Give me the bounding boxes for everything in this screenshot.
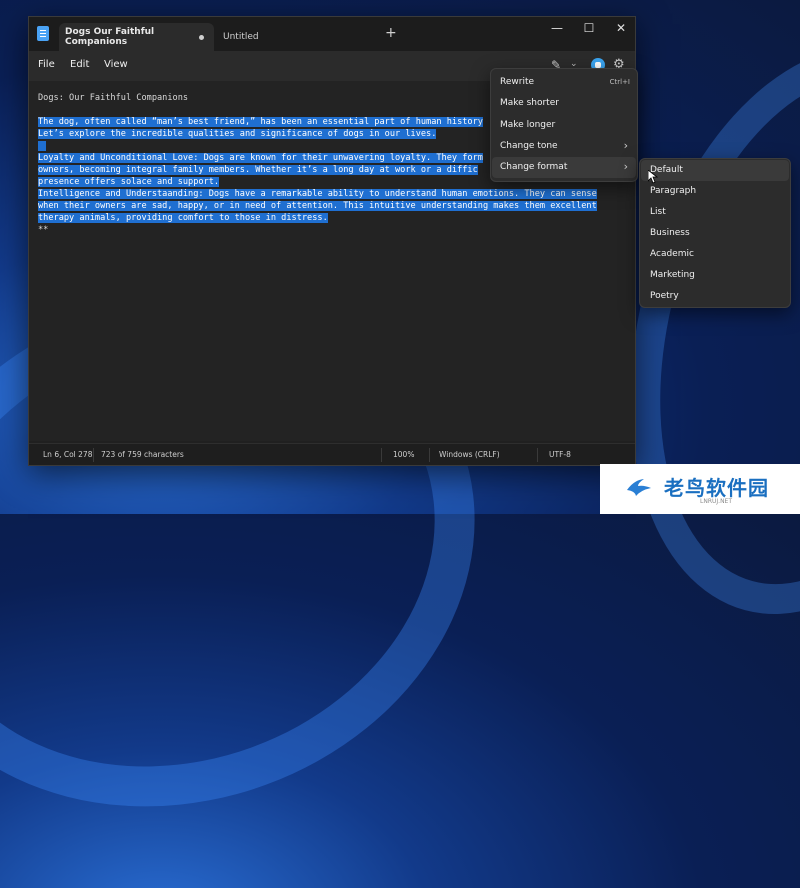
tab-label: Untitled <box>223 32 259 42</box>
format-option-academic[interactable]: Academic <box>641 244 789 265</box>
menu-item-make-shorter[interactable]: Make shorter <box>492 93 636 114</box>
cursor-position: Ln 6, Col 278 <box>43 450 93 459</box>
menu-item-label: Make shorter <box>500 98 559 108</box>
format-option-business[interactable]: Business <box>641 223 789 244</box>
status-divider <box>93 448 94 462</box>
text-line: Loyalty and Unconditional Love: Dogs are… <box>38 153 483 163</box>
line-ending[interactable]: Windows (CRLF) <box>439 450 500 459</box>
format-option-paragraph[interactable]: Paragraph <box>641 181 789 202</box>
chevron-right-icon: › <box>623 160 628 173</box>
tab-dogs[interactable]: Dogs Our Faithful Companions <box>59 23 214 51</box>
minimize-button[interactable]: — <box>547 21 567 35</box>
format-option-marketing[interactable]: Marketing <box>641 265 789 286</box>
text-line: owners, becoming integral family members… <box>38 165 478 175</box>
new-tab-button[interactable]: + <box>385 25 397 41</box>
menu-edit[interactable]: Edit <box>70 59 89 70</box>
status-divider <box>381 448 382 462</box>
close-button[interactable]: ✕ <box>611 21 631 35</box>
menu-item-label: Marketing <box>650 270 695 280</box>
tab-untitled[interactable]: Untitled <box>219 23 369 51</box>
menu-item-label: Paragraph <box>650 186 697 196</box>
tab-label: Dogs Our Faithful Companions <box>65 27 155 47</box>
shortcut-label: Ctrl+I <box>609 78 630 86</box>
status-divider <box>429 448 430 462</box>
menu-view[interactable]: View <box>104 59 128 70</box>
menu-item-change-tone[interactable]: Change tone › <box>492 136 636 157</box>
text-line: ** <box>38 225 49 235</box>
menu-item-label: Business <box>650 228 690 238</box>
watermark-text: 老鸟软件园 <box>664 476 769 500</box>
text-line: The dog, often called “man’s best friend… <box>38 117 483 127</box>
notepad-app-icon <box>37 26 49 41</box>
menu-item-rewrite[interactable]: Rewrite Ctrl+I <box>492 72 636 93</box>
zoom-level[interactable]: 100% <box>393 450 414 459</box>
text-line: when their owners are sad, happy, or in … <box>38 201 597 211</box>
title-bar: Dogs Our Faithful Companions Untitled + … <box>29 17 635 51</box>
menu-item-label: Academic <box>650 249 694 259</box>
menu-file[interactable]: File <box>38 59 55 70</box>
format-option-list[interactable]: List <box>641 202 789 223</box>
chevron-right-icon: › <box>623 139 628 152</box>
menu-item-label: Make longer <box>500 120 556 130</box>
menu-item-change-format[interactable]: Change format › <box>492 157 636 178</box>
bird-logo-icon <box>627 479 651 496</box>
format-option-poetry[interactable]: Poetry <box>641 286 789 307</box>
text-line: Dogs: Our Faithful Companions <box>38 93 189 103</box>
maximize-button[interactable]: ☐ <box>579 21 599 35</box>
watermark-subtext: LNRUJ.NET <box>700 498 733 505</box>
menu-item-make-longer[interactable]: Make longer <box>492 115 636 136</box>
status-bar: Ln 6, Col 278 723 of 759 characters 100%… <box>29 443 635 465</box>
character-count: 723 of 759 characters <box>101 450 184 459</box>
text-line: presence offers solace and support. <box>38 177 220 187</box>
text-line: therapy animals, providing comfort to th… <box>38 213 328 223</box>
format-option-default[interactable]: Default <box>641 160 789 181</box>
menu-item-label: Poetry <box>650 291 679 301</box>
text-line: Let’s explore the incredible qualities a… <box>38 129 437 139</box>
menu-item-label: Change tone <box>500 141 558 151</box>
unsaved-dot-icon[interactable] <box>199 35 204 40</box>
text-line: Intelligence and Understaanding: Dogs ha… <box>38 189 597 199</box>
encoding[interactable]: UTF-8 <box>549 450 571 459</box>
menu-item-label: Rewrite <box>500 77 535 87</box>
menu-item-label: Change format <box>500 162 568 172</box>
selected-blank-line <box>38 141 46 151</box>
menu-item-label: List <box>650 207 666 217</box>
format-submenu: Default Paragraph List Business Academic… <box>639 158 791 308</box>
rewrite-context-menu: Rewrite Ctrl+I Make shorter Make longer … <box>490 68 638 182</box>
status-divider <box>537 448 538 462</box>
